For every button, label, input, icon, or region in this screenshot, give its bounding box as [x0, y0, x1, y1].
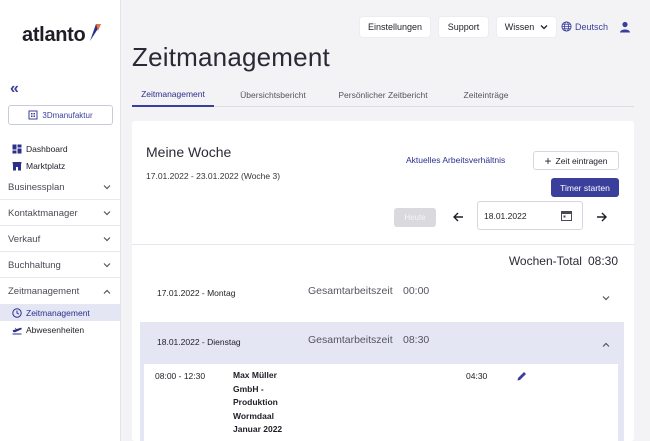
week-total: Wochen-Total 08:30: [509, 254, 618, 268]
time-entry: 08:00 - 12:30 Max Müller GmbH - Produkti…: [144, 364, 618, 441]
employment-link[interactable]: Aktuelles Arbeitsverhältnis: [406, 155, 505, 165]
entry-duration: 04:30: [466, 371, 488, 381]
day-date: 18.01.2022 - Dienstag: [157, 337, 241, 347]
day-row[interactable]: 17.01.2022 - Montag Gesamtarbeitszeit 00…: [140, 273, 624, 318]
week-card: Meine Woche 17.01.2022 - 23.01.2022 (Woc…: [132, 121, 634, 441]
collapse-sidebar-icon[interactable]: «: [10, 80, 19, 98]
tab-uebersichtsbericht[interactable]: Übersichtsbericht: [230, 82, 316, 107]
chevron-down-icon: [540, 25, 548, 30]
sidebar-subitem-label: Zeitmanagement: [26, 307, 90, 318]
logo[interactable]: atlanto: [22, 23, 104, 47]
sidebar-group-label: Buchhaltung: [8, 259, 61, 271]
divider: [132, 244, 634, 245]
tab-zeiteintraege[interactable]: Zeiteinträge: [452, 82, 520, 107]
sidebar-subitem-label: Abwesenheiten: [26, 324, 85, 335]
chevron-down-icon[interactable]: [602, 294, 610, 302]
chevron-up-icon[interactable]: [602, 341, 610, 349]
date-value: 18.01.2022: [484, 210, 527, 221]
start-timer-button[interactable]: Timer starten: [551, 178, 619, 197]
sidebar: atlanto « 3Dmanufaktur Dashboard Marktpl…: [0, 0, 121, 441]
day-total-label: Gesamtarbeitszeit: [308, 334, 393, 346]
sidebar-group-label: Zeitmanagement: [8, 286, 80, 297]
edit-icon[interactable]: [516, 370, 528, 382]
chevron-up-icon: [103, 289, 111, 294]
company-name: 3Dmanufaktur: [42, 110, 93, 120]
logo-text: atlanto: [22, 24, 86, 46]
entry-description-line: Wormdaal: [233, 410, 274, 421]
globe-icon: [561, 21, 572, 32]
language-selector[interactable]: Deutsch: [561, 21, 608, 32]
settings-button[interactable]: Einstellungen: [360, 17, 430, 37]
logo-mark-icon: [90, 23, 102, 41]
sidebar-item-label: Marktplatz: [26, 161, 66, 171]
entry-description: Max Müller GmbH - Produktion Wormdaal Ja…: [233, 369, 293, 437]
wissen-dropdown[interactable]: Wissen: [497, 17, 556, 37]
tab-persoenlicher-zeitbericht[interactable]: Persönlicher Zeitbericht: [330, 82, 436, 107]
add-time-button[interactable]: + Zeit eintragen: [533, 151, 619, 170]
day-total-value: 00:00: [403, 285, 430, 297]
plus-icon: +: [544, 153, 552, 168]
plane-icon: [12, 327, 22, 334]
week-total-value: 08:30: [587, 254, 618, 268]
wissen-label: Wissen: [504, 22, 535, 32]
entry-description-line: GmbH -: [233, 383, 264, 394]
chevron-down-icon: [103, 263, 111, 268]
sidebar-group-businessplan[interactable]: Businessplan: [0, 175, 120, 200]
tab-zeitmanagement[interactable]: Zeitmanagement: [132, 82, 214, 107]
sidebar-group-label: Businessplan: [8, 181, 65, 193]
page-title: Zeitmanagement: [132, 42, 330, 72]
day-date: 17.01.2022 - Montag: [157, 288, 236, 298]
user-icon[interactable]: [619, 21, 631, 33]
chevron-down-icon: [103, 237, 111, 242]
chevron-down-icon: [103, 185, 111, 190]
clock-icon: [12, 307, 22, 318]
sidebar-group-label: Kontaktmanager: [8, 207, 78, 219]
building-icon: [28, 110, 38, 120]
sidebar-subitem-abwesenheiten[interactable]: Abwesenheiten: [0, 321, 120, 338]
entry-description-line: Produktion: [233, 397, 278, 407]
company-selector[interactable]: 3Dmanufaktur: [8, 105, 113, 125]
dashboard-icon: [12, 144, 22, 154]
date-input[interactable]: 18.01.2022: [477, 201, 583, 230]
sidebar-group-kontaktmanager[interactable]: Kontaktmanager: [0, 201, 120, 226]
language-label: Deutsch: [575, 21, 609, 32]
calendar-icon[interactable]: [561, 210, 572, 221]
support-button[interactable]: Support: [439, 17, 488, 37]
entry-description-line: Max Müller: [233, 370, 277, 380]
tab-bar: Zeitmanagement Übersichtsbericht Persönl…: [132, 82, 634, 107]
sidebar-item-label: Dashboard: [26, 144, 68, 154]
entry-time: 08:00 - 12:30: [155, 371, 206, 381]
week-range: 17.01.2022 - 23.01.2022 (Woche 3): [146, 171, 281, 181]
sidebar-group-zeitmanagement[interactable]: Zeitmanagement: [0, 279, 120, 304]
entry-description-line: Januar 2022: [233, 424, 283, 434]
week-total-label: Wochen-Total: [508, 254, 582, 268]
sidebar-subitem-zeitmanagement[interactable]: Zeitmanagement: [0, 304, 120, 321]
week-title: Meine Woche: [146, 144, 232, 160]
today-button[interactable]: Heute: [394, 208, 436, 227]
sidebar-group-label: Verkauf: [8, 233, 41, 245]
sidebar-group-buchhaltung[interactable]: Buchhaltung: [0, 253, 120, 278]
add-time-label: Zeit eintragen: [555, 155, 608, 166]
day-total-label: Gesamtarbeitszeit: [308, 285, 393, 297]
sidebar-item-dashboard[interactable]: Dashboard: [12, 144, 68, 154]
chevron-down-icon: [103, 211, 111, 216]
sidebar-group-verkauf[interactable]: Verkauf: [0, 227, 120, 252]
day-total-value: 08:30: [403, 334, 430, 346]
arrow-left-icon[interactable]: [452, 211, 464, 223]
sidebar-item-marktplatz[interactable]: Marktplatz: [12, 161, 65, 171]
arrow-right-icon[interactable]: [596, 211, 608, 223]
store-icon: [12, 162, 22, 171]
